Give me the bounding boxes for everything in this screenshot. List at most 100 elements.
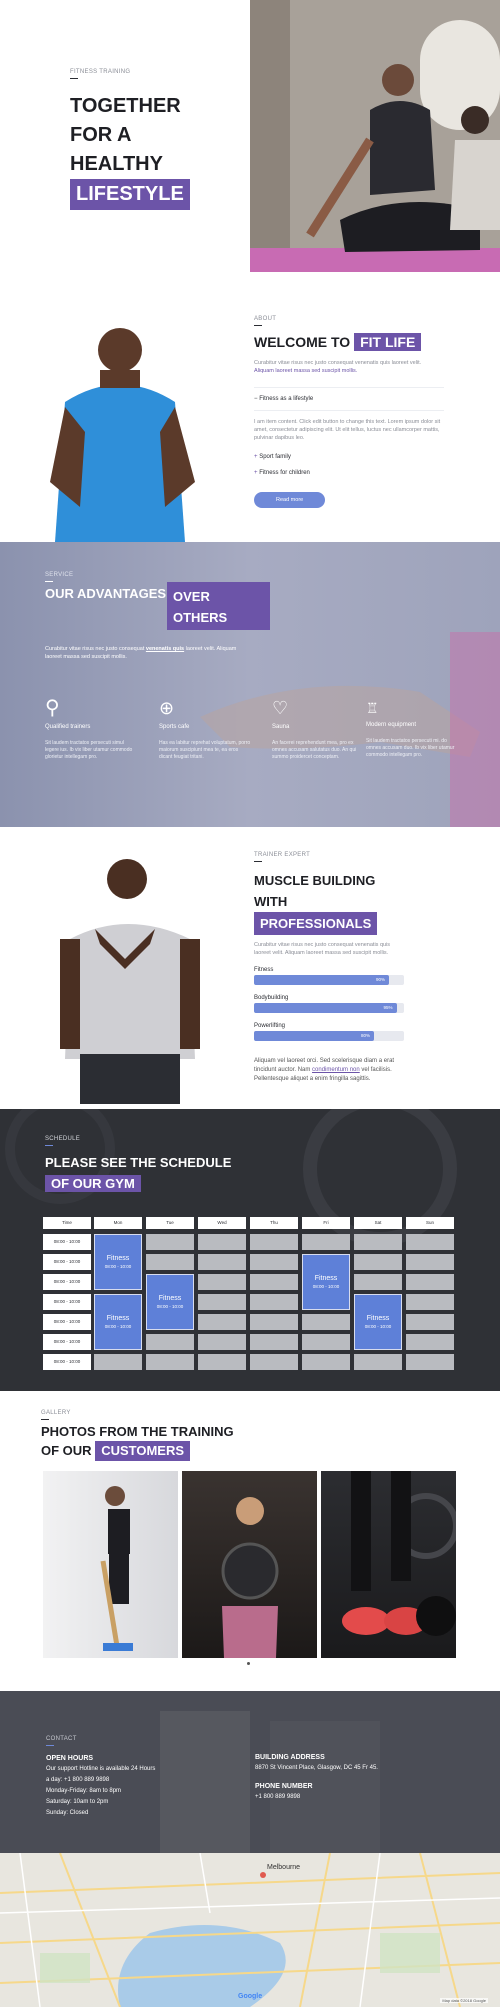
google-logo: Google — [238, 1993, 263, 2000]
map-attribution: Map data ©2018 Google — [440, 1998, 488, 2003]
schedule-empty-cell — [94, 1354, 142, 1370]
schedule-header-sat: Sat — [354, 1217, 402, 1229]
schedule-class-fitness[interactable]: Fitness 08:00 - 10:00 — [94, 1294, 142, 1350]
advantages-highlight: OVER OTHERS — [167, 582, 270, 630]
advantages-section: SERVICE OUR ADVANTAGES OVER OTHERS Curab… — [0, 542, 500, 827]
schedule-header-thu: Thu — [250, 1217, 298, 1229]
footer-link[interactable]: condimentum non — [312, 1067, 360, 1073]
schedule-empty-cell — [198, 1274, 246, 1290]
schedule-empty-cell — [406, 1334, 454, 1350]
class-time: 08:00 - 10:00 — [364, 1324, 392, 1329]
schedule-empty-cell — [406, 1274, 454, 1290]
schedule-header-fri: Fri — [302, 1217, 350, 1229]
schedule-header-mon: Mon — [94, 1217, 142, 1229]
schedule-empty-cell — [198, 1294, 246, 1310]
accordion-body: I am item content. Click edit button to … — [254, 419, 441, 441]
welcome-title: WELCOME TO FIT LIFE — [254, 333, 444, 351]
plus-icon: + — [254, 454, 258, 460]
gallery-photo-2[interactable] — [182, 1471, 317, 1658]
schedule-header-tue: Tue — [146, 1217, 194, 1229]
schedule-empty-cell — [250, 1274, 298, 1290]
schedule-empty-cell — [250, 1294, 298, 1310]
hero-title: TOGETHER FOR A HEALTHY LIFESTYLE — [70, 92, 190, 210]
schedule-empty-cell — [146, 1254, 194, 1270]
trainer-photo — [55, 849, 205, 1104]
trainer-footer-text: Aliquam vel laoreet orci. Sed scelerisqu… — [254, 1058, 395, 1082]
schedule-empty-cell — [406, 1354, 454, 1370]
schedule-title: PLEASE SEE THE SCHEDULE — [45, 1155, 232, 1170]
schedule-time-cell: 08:00 - 10:00 — [43, 1254, 91, 1270]
schedule-empty-cell — [406, 1294, 454, 1310]
hero-photo — [250, 0, 500, 272]
schedule-empty-cell — [146, 1334, 194, 1350]
plus-icon: + — [254, 470, 258, 476]
schedule-empty-cell — [250, 1254, 298, 1270]
map-city-label: Melbourne — [267, 1864, 301, 1871]
schedule-empty-cell — [302, 1334, 350, 1350]
class-name: Fitness — [158, 1295, 182, 1302]
welcome-content: ABOUT WELCOME TO FIT LIFE Curabitur vita… — [254, 316, 444, 508]
schedule-empty-cell — [198, 1254, 246, 1270]
class-time: 08:00 - 10:00 — [104, 1324, 132, 1329]
gallery-photo-1[interactable] — [43, 1471, 178, 1658]
advantages-title: OUR ADVANTAGES — [45, 586, 167, 601]
intro-link[interactable]: venenatis quis — [146, 646, 184, 652]
schedule-header-sun: Sun — [406, 1217, 454, 1229]
trainer-title: MUSCLE BUILDING WITH PROFESSIONALS — [254, 870, 444, 935]
schedule-time-cell: 08:00 - 10:00 — [43, 1234, 91, 1250]
schedule-time-cell: 08:00 - 10:00 — [43, 1274, 91, 1290]
welcome-intro: Curabitur vitae risus nec justo consequa… — [254, 360, 422, 374]
open-hours: OPEN HOURS Our support Hotline is availa… — [46, 1755, 156, 1816]
accordion-item-sport-family[interactable]: + Sport family — [254, 454, 444, 460]
gallery-photo-3[interactable] — [321, 1471, 459, 1658]
gallery-title: PHOTOS FROM THE TRAINING OF OUR CUSTOMER… — [41, 1423, 234, 1461]
carousel-dot[interactable] — [247, 1662, 250, 1665]
advantages-intro: Curabitur vitae risus nec justo consequa… — [45, 646, 237, 660]
schedule-header-wed: Wed — [198, 1217, 246, 1229]
schedule-empty-cell — [302, 1234, 350, 1250]
class-name: Fitness — [106, 1255, 130, 1262]
hero-highlight: LIFESTYLE — [70, 179, 190, 210]
schedule-class-fitness[interactable]: Fitness 08:00 - 10:00 — [354, 1294, 402, 1350]
schedule-empty-cell — [146, 1354, 194, 1370]
cutlery-icon: ⊕ — [159, 698, 175, 718]
schedule-empty-cell — [354, 1354, 402, 1370]
progress-powerlifting: 80% — [254, 1031, 404, 1041]
minus-icon: − — [254, 396, 258, 402]
schedule-empty-cell — [198, 1334, 246, 1350]
athlete-photo — [45, 312, 235, 542]
schedule-header-time: Time — [43, 1217, 91, 1229]
accordion-item-lifestyle[interactable]: − Fitness as a lifestyle — [254, 396, 444, 402]
welcome-section: ABOUT WELCOME TO FIT LIFE Curabitur vita… — [0, 272, 500, 542]
schedule-time-cell: 08:00 - 10:00 — [43, 1314, 91, 1330]
class-name: Fitness — [106, 1315, 130, 1322]
class-name: Fitness — [314, 1275, 338, 1282]
schedule-class-fitness[interactable]: Fitness 08:00 - 10:00 — [146, 1274, 194, 1330]
trainer-content: TRAINER EXPERT MUSCLE BUILDING WITH PROF… — [254, 852, 444, 1084]
schedule-time-cell: 08:00 - 10:00 — [43, 1354, 91, 1370]
map-embed[interactable]: Melbourne Google Map data ©2018 Google — [0, 1853, 500, 2007]
hero-eyebrow: FITNESS TRAINING — [70, 69, 130, 79]
schedule-empty-cell — [302, 1314, 350, 1330]
advantage-qualified-trainers: ⚲ Qualified trainers Sit laudem tractato… — [45, 698, 137, 761]
accordion-item-children[interactable]: + Fitness for children — [254, 470, 444, 476]
schedule-empty-cell — [250, 1234, 298, 1250]
schedule-empty-cell — [198, 1354, 246, 1370]
trainer-section: TRAINER EXPERT MUSCLE BUILDING WITH PROF… — [0, 827, 500, 1109]
class-name: Fitness — [366, 1315, 390, 1322]
schedule-empty-cell — [250, 1334, 298, 1350]
progress-fitness: 90% — [254, 975, 404, 985]
schedule-empty-cell — [250, 1314, 298, 1330]
address-block: BUILDING ADDRESS 8870 St Vincent Place, … — [255, 1754, 378, 1800]
heart-pulse-icon: ♡ — [272, 698, 289, 718]
read-more-button[interactable]: Read more — [254, 492, 326, 508]
schedule-empty-cell — [198, 1234, 246, 1250]
schedule-time-cell: 08:00 - 10:00 — [43, 1294, 91, 1310]
schedule-class-fitness[interactable]: Fitness 08:00 - 10:00 — [302, 1254, 350, 1310]
schedule-empty-cell — [354, 1274, 402, 1290]
schedule-class-fitness[interactable]: Fitness 08:00 - 10:00 — [94, 1234, 142, 1290]
class-time: 08:00 - 10:00 — [156, 1304, 184, 1309]
schedule-highlight: OF OUR GYM — [45, 1175, 141, 1192]
advantage-modern-equipment: ♖ Modern equipment Sit laudem tractatos … — [366, 700, 458, 759]
schedule-empty-cell — [354, 1254, 402, 1270]
